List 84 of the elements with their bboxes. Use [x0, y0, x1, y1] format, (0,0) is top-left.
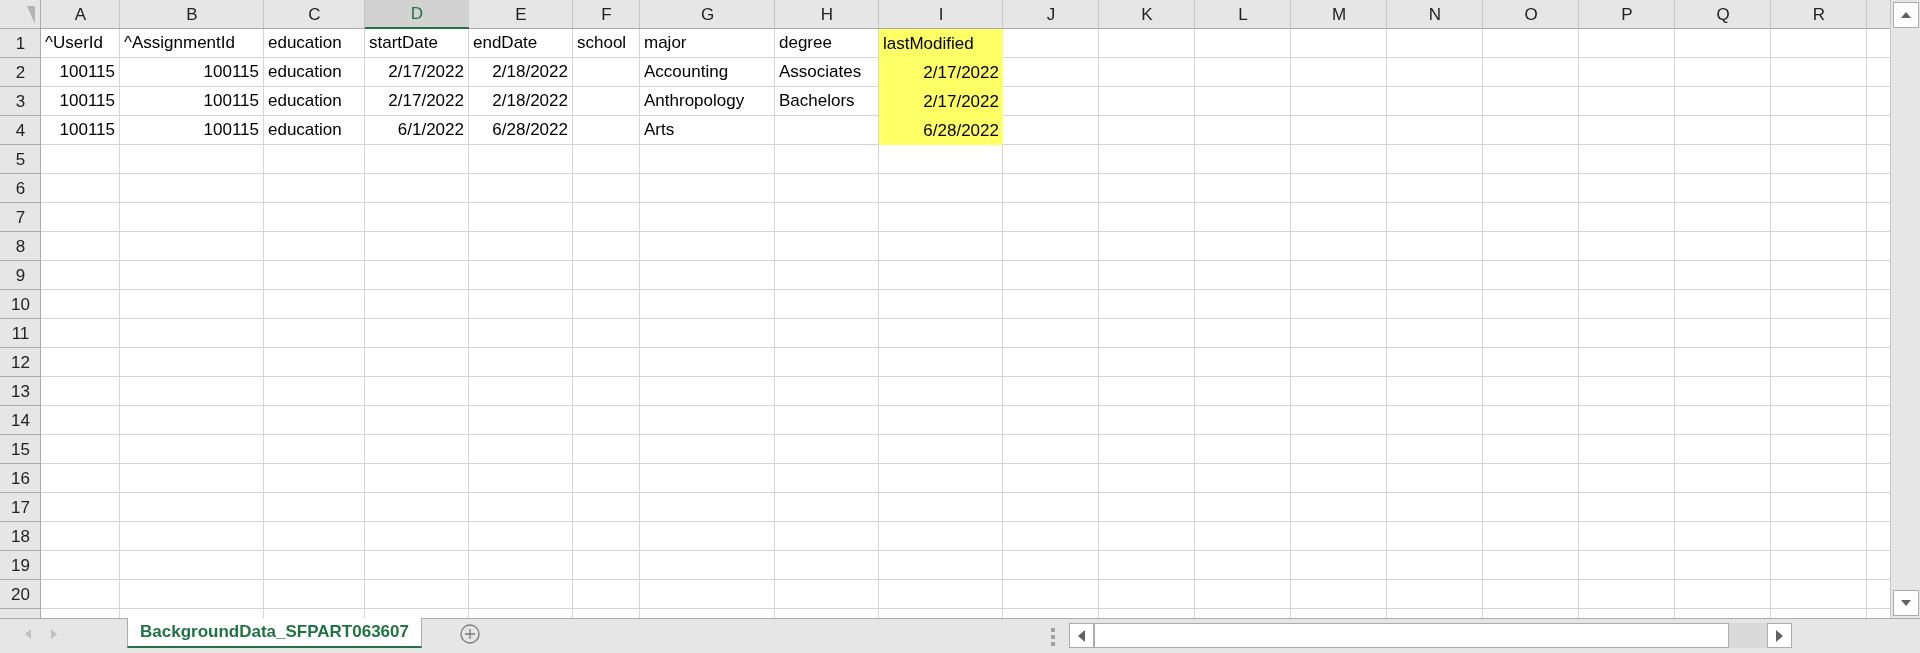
table-cell-text: degree	[778, 32, 833, 55]
column-header[interactable]: A	[41, 0, 120, 29]
scroll-right-button[interactable]	[1766, 623, 1792, 648]
row-header[interactable]: 12	[0, 348, 41, 377]
table-cell-text: 100115	[58, 90, 116, 113]
column-header[interactable]: G	[640, 0, 775, 29]
table-cell-text: education	[267, 61, 343, 84]
row-header[interactable]: 6	[0, 174, 41, 203]
table-cell-text: ^UserId	[44, 32, 105, 55]
caret-right-icon	[1775, 629, 1783, 642]
row-header[interactable]: 8	[0, 232, 41, 261]
table-cell-text: education	[267, 90, 343, 113]
table-cell-text: ^AssignmentId	[123, 32, 236, 55]
table-cell-text: major	[643, 32, 688, 55]
table-cell-text: 100115	[58, 119, 116, 142]
table-cell-text: education	[267, 32, 343, 55]
table-cell-text: 2/17/2022	[387, 90, 465, 113]
previous-sheet-icon[interactable]	[25, 629, 31, 639]
row-header[interactable]: 14	[0, 406, 41, 435]
column-header[interactable]: D	[365, 0, 469, 29]
column-header[interactable]: F	[573, 0, 640, 29]
column-header[interactable]: H	[775, 0, 879, 29]
table-cell-text: Associates	[778, 61, 863, 84]
row-header[interactable]: 7	[0, 203, 41, 232]
table-cell-text: education	[267, 119, 343, 142]
table-cell-text: endDate	[472, 32, 539, 55]
column-header[interactable]: I	[879, 0, 1003, 29]
table-cell-text: 2/17/2022	[387, 61, 465, 84]
row-header[interactable]: 13	[0, 377, 41, 406]
table-cell-text: 2/18/2022	[491, 90, 569, 113]
column-header[interactable]: E	[469, 0, 573, 29]
table-cell: lastModified	[879, 29, 1003, 58]
column-header[interactable]: K	[1099, 0, 1195, 29]
column-header[interactable]: O	[1483, 0, 1579, 29]
column-header[interactable]: R	[1771, 0, 1867, 29]
sheet-tab[interactable]: BackgroundData_SFPART063607	[127, 618, 422, 648]
row-header[interactable]: 9	[0, 261, 41, 290]
row-header[interactable]: 18	[0, 522, 41, 551]
scroll-up-button[interactable]	[1892, 2, 1919, 28]
table-cell: 2/17/2022	[879, 87, 1003, 116]
column-header[interactable]: P	[1579, 0, 1675, 29]
caret-up-icon	[1900, 12, 1911, 18]
row-header[interactable]: 16	[0, 464, 41, 493]
table-cell-text: startDate	[368, 32, 439, 55]
table-cell-text: 100115	[202, 90, 260, 113]
splitter-handle-icon[interactable]	[1050, 627, 1055, 647]
row-header[interactable]: 15	[0, 435, 41, 464]
row-header[interactable]: 11	[0, 319, 41, 348]
next-sheet-icon[interactable]	[51, 629, 57, 639]
row-header[interactable]: 17	[0, 493, 41, 522]
vertical-scrollbar[interactable]	[1890, 0, 1920, 618]
column-header[interactable]: J	[1003, 0, 1099, 29]
row-header[interactable]: 5	[0, 145, 41, 174]
column-header[interactable]: C	[264, 0, 365, 29]
table-cell-text: Bachelors	[778, 90, 856, 113]
table-cell-text: 100115	[202, 119, 260, 142]
table-cell-text: Arts	[643, 119, 676, 142]
column-header[interactable]: B	[120, 0, 264, 29]
scroll-left-button[interactable]	[1068, 623, 1094, 648]
column-header[interactable]: M	[1291, 0, 1387, 29]
table-cell-text: 6/28/2022	[491, 119, 569, 142]
add-sheet-icon[interactable]	[459, 624, 480, 644]
caret-down-icon	[1900, 600, 1911, 606]
scroll-down-button[interactable]	[1892, 590, 1919, 616]
table-cell-text: 2/18/2022	[491, 61, 569, 84]
table-cell: 2/17/2022	[879, 58, 1003, 87]
table-cell-text: 100115	[202, 61, 260, 84]
row-header[interactable]: 19	[0, 551, 41, 580]
row-header[interactable]: 20	[0, 580, 41, 609]
row-header[interactable]: 2	[0, 58, 41, 87]
table-cell-text: Accounting	[643, 61, 730, 84]
table-cell-text: Anthropology	[643, 90, 746, 113]
table-cell-text: school	[576, 32, 628, 55]
caret-left-icon	[1077, 629, 1085, 642]
table-cell-text: 6/1/2022	[396, 119, 465, 142]
column-header[interactable]: N	[1387, 0, 1483, 29]
column-header[interactable]: Q	[1675, 0, 1771, 29]
table-cell: 6/28/2022	[879, 116, 1003, 145]
row-header[interactable]: 4	[0, 116, 41, 145]
row-header[interactable]: 1	[0, 29, 41, 58]
column-header[interactable]: L	[1195, 0, 1291, 29]
row-header[interactable]: 3	[0, 87, 41, 116]
table-cell-text: 100115	[58, 61, 116, 84]
row-header[interactable]: 10	[0, 290, 41, 319]
